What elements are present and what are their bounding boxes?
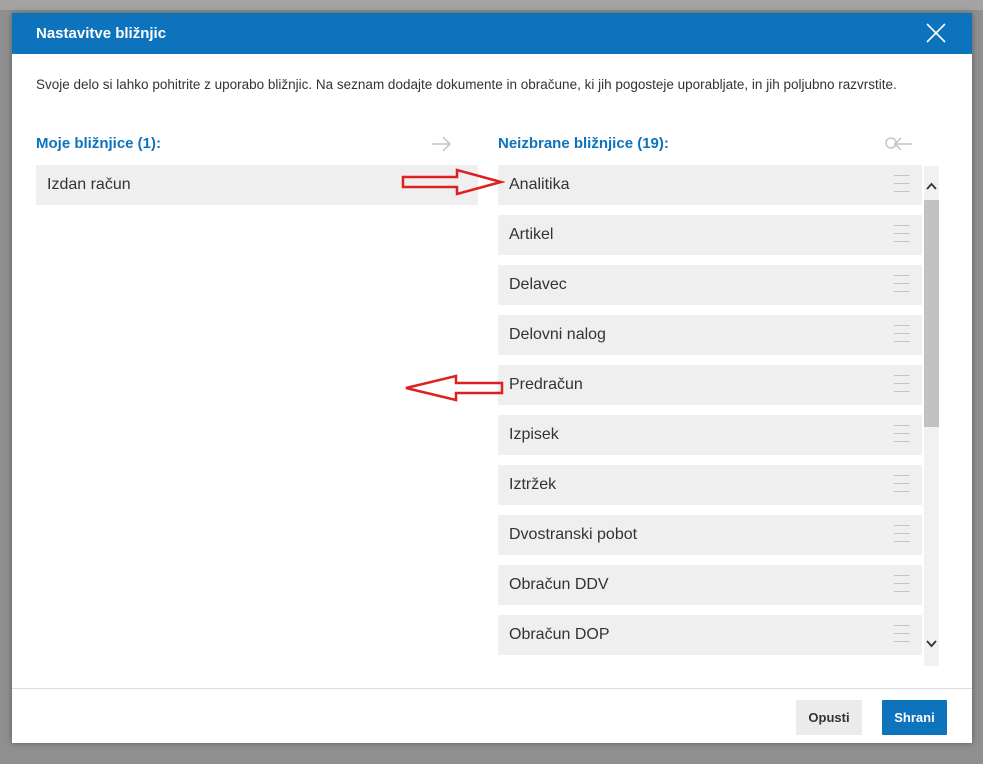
chevron-up-icon[interactable]	[924, 178, 939, 194]
unselected-shortcut-item[interactable]: Predračun	[498, 365, 922, 405]
shortcut-label: Delavec	[509, 276, 567, 293]
shortcut-label: Iztržek	[509, 476, 557, 493]
shortcut-settings-dialog: Nastavitve bližnjic Svoje delo si lahko …	[12, 13, 972, 743]
unselected-shortcut-item[interactable]: Delavec	[498, 265, 922, 305]
remove-all-icon[interactable]	[884, 135, 912, 153]
dialog-header: Nastavitve bližnjic	[12, 13, 972, 54]
annotation-arrow-left-icon	[404, 374, 506, 407]
drag-handle-icon[interactable]	[894, 375, 910, 395]
drag-handle-icon[interactable]	[894, 525, 910, 545]
unselected-shortcuts-title: Neizbrane bližnjice (19):	[498, 135, 669, 152]
unselected-shortcut-item[interactable]: Obračun DOP	[498, 615, 922, 655]
unselected-shortcut-item[interactable]: Analitika	[498, 165, 922, 205]
chevron-down-icon[interactable]	[924, 636, 939, 652]
shortcut-label: Dvostranski pobot	[509, 526, 638, 543]
unselected-shortcut-item[interactable]: Artikel	[498, 215, 922, 255]
shortcut-label: Izpisek	[509, 426, 559, 443]
unselected-shortcut-item[interactable]: Delovni nalog	[498, 315, 922, 355]
shortcut-label: Artikel	[509, 226, 554, 243]
drag-handle-icon[interactable]	[894, 325, 910, 345]
shortcut-label: Predračun	[509, 376, 583, 393]
unselected-shortcut-item[interactable]: Iztržek	[498, 465, 922, 505]
dialog-description: Svoje delo si lahko pohitrite z uporabo …	[36, 77, 897, 92]
shortcut-label: Delovni nalog	[509, 326, 606, 343]
annotation-arrow-right-icon	[401, 168, 506, 201]
shortcut-label: Obračun DDV	[509, 576, 609, 593]
drag-handle-icon[interactable]	[894, 475, 910, 495]
unselected-shortcut-item[interactable]: Izpisek	[498, 415, 922, 455]
my-shortcuts-title: Moje bližnjice (1):	[36, 135, 162, 152]
footer-divider	[12, 688, 972, 689]
cancel-button[interactable]: Opusti	[796, 700, 862, 735]
shortcut-label: Obračun DOP	[509, 626, 610, 643]
unselected-shortcut-item[interactable]: Obračun DDV	[498, 565, 922, 605]
close-icon[interactable]	[925, 22, 947, 44]
save-button[interactable]: Shrani	[882, 700, 947, 735]
page-backdrop	[0, 0, 983, 10]
arrow-right-icon[interactable]	[430, 135, 454, 153]
scrollbar-thumb[interactable]	[924, 200, 939, 427]
shortcut-label: Analitika	[509, 176, 570, 193]
drag-handle-icon[interactable]	[894, 275, 910, 295]
dialog-title: Nastavitve bližnjic	[36, 25, 167, 42]
my-shortcut-label: Izdan račun	[47, 176, 131, 193]
drag-handle-icon[interactable]	[894, 425, 910, 445]
drag-handle-icon[interactable]	[894, 625, 910, 645]
unselected-shortcut-item[interactable]: Dvostranski pobot	[498, 515, 922, 555]
drag-handle-icon[interactable]	[894, 575, 910, 595]
drag-handle-icon[interactable]	[894, 175, 910, 195]
drag-handle-icon[interactable]	[894, 225, 910, 245]
